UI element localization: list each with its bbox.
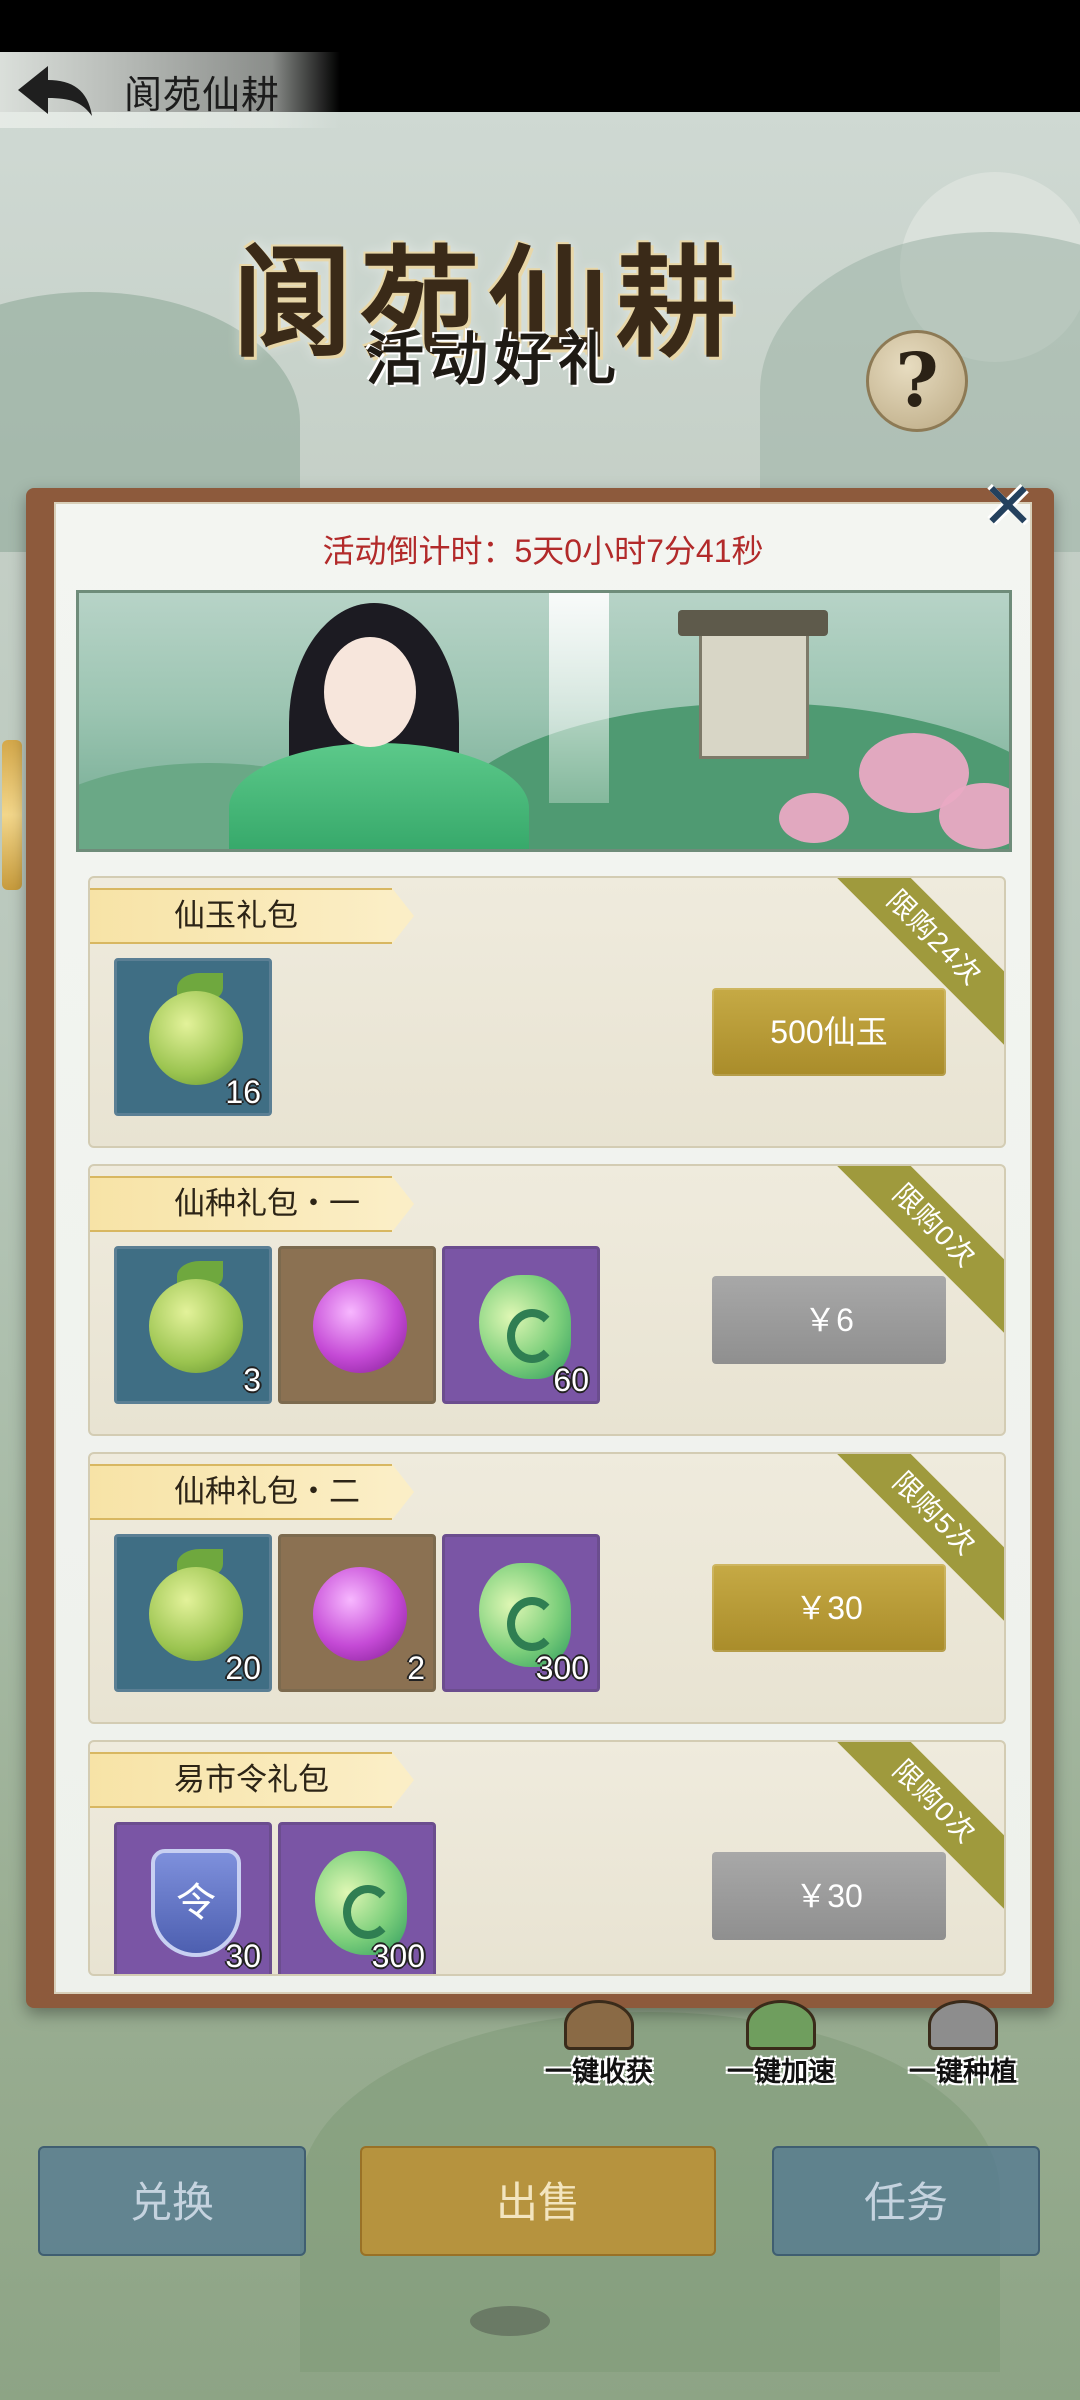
item-count: 20 xyxy=(225,1650,261,1686)
ground-stone xyxy=(470,2306,550,2336)
gift-pack-seed-2: 仙种礼包・二 限购5次 20 2 300 ￥30 xyxy=(88,1452,1006,1724)
green-seed-icon xyxy=(149,1567,243,1661)
item-count: 300 xyxy=(371,1938,425,1974)
pack-name: 仙种礼包・一 xyxy=(90,1176,414,1232)
task-button[interactable]: 任务 xyxy=(772,2146,1040,2256)
gift-pack-seed-1: 仙种礼包・一 限购0次 3 60 ￥6 xyxy=(88,1164,1006,1436)
buy-button-disabled[interactable]: ￥30 xyxy=(712,1852,946,1940)
potion-icon xyxy=(746,2000,816,2050)
gift-pack-market-token: 易市令礼包 限购0次 令 30 300 ￥30 xyxy=(88,1740,1006,1976)
pack-name: 易市令礼包 xyxy=(90,1752,414,1808)
pack-name: 仙种礼包・二 xyxy=(90,1464,414,1520)
item-count: 16 xyxy=(225,1074,261,1110)
help-button[interactable]: ? xyxy=(866,330,968,432)
harvest-all-button[interactable]: 一键收获 xyxy=(524,2000,674,2088)
hoe-icon xyxy=(928,2000,998,2050)
buy-button[interactable]: 500仙玉 xyxy=(712,988,946,1076)
gift-pack-xianyu: 仙玉礼包 限购24次 16 500仙玉 xyxy=(88,876,1006,1148)
reward-item[interactable]: 60 xyxy=(442,1246,600,1404)
item-count: 2 xyxy=(407,1650,425,1686)
buy-button-disabled[interactable]: ￥6 xyxy=(712,1276,946,1364)
buy-button[interactable]: ￥30 xyxy=(712,1564,946,1652)
purple-seed-icon xyxy=(313,1279,407,1373)
reward-item[interactable]: 20 xyxy=(114,1534,272,1692)
reward-item[interactable] xyxy=(278,1246,436,1404)
item-count: 3 xyxy=(243,1362,261,1398)
event-banner-image xyxy=(76,590,1012,852)
exchange-button[interactable]: 兑换 xyxy=(38,2146,306,2256)
pack-name: 仙玉礼包 xyxy=(90,888,414,944)
plant-all-button[interactable]: 一键种植 xyxy=(888,2000,1038,2088)
reward-item[interactable]: 3 xyxy=(114,1246,272,1404)
quick-actions-bar: 一键收获 一键加速 一键种植 xyxy=(0,2000,1080,2090)
reward-item[interactable]: 300 xyxy=(278,1822,436,1974)
green-seed-icon xyxy=(149,991,243,1085)
reward-item[interactable]: 300 xyxy=(442,1534,600,1692)
basket-icon xyxy=(564,2000,634,2050)
back-button[interactable] xyxy=(14,60,96,122)
tassel-decoration xyxy=(2,740,22,890)
item-count: 300 xyxy=(535,1650,589,1686)
speed-up-all-button[interactable]: 一键加速 xyxy=(706,2000,856,2088)
purple-seed-icon xyxy=(313,1567,407,1661)
sell-button[interactable]: 出售 xyxy=(360,2146,716,2256)
panel-subtitle: 活动好礼 xyxy=(366,325,623,393)
event-countdown: 活动倒计时：5天0小时7分41秒 xyxy=(322,533,764,569)
reward-item[interactable]: 令 30 xyxy=(114,1822,272,1974)
item-count: 60 xyxy=(553,1362,589,1398)
back-arrow-icon xyxy=(18,66,92,116)
page-title: 阆苑仙耕 xyxy=(124,75,281,117)
green-seed-icon xyxy=(149,1279,243,1373)
reward-item[interactable]: 2 xyxy=(278,1534,436,1692)
item-count: 30 xyxy=(225,1938,261,1974)
reward-item[interactable]: 16 xyxy=(114,958,272,1116)
